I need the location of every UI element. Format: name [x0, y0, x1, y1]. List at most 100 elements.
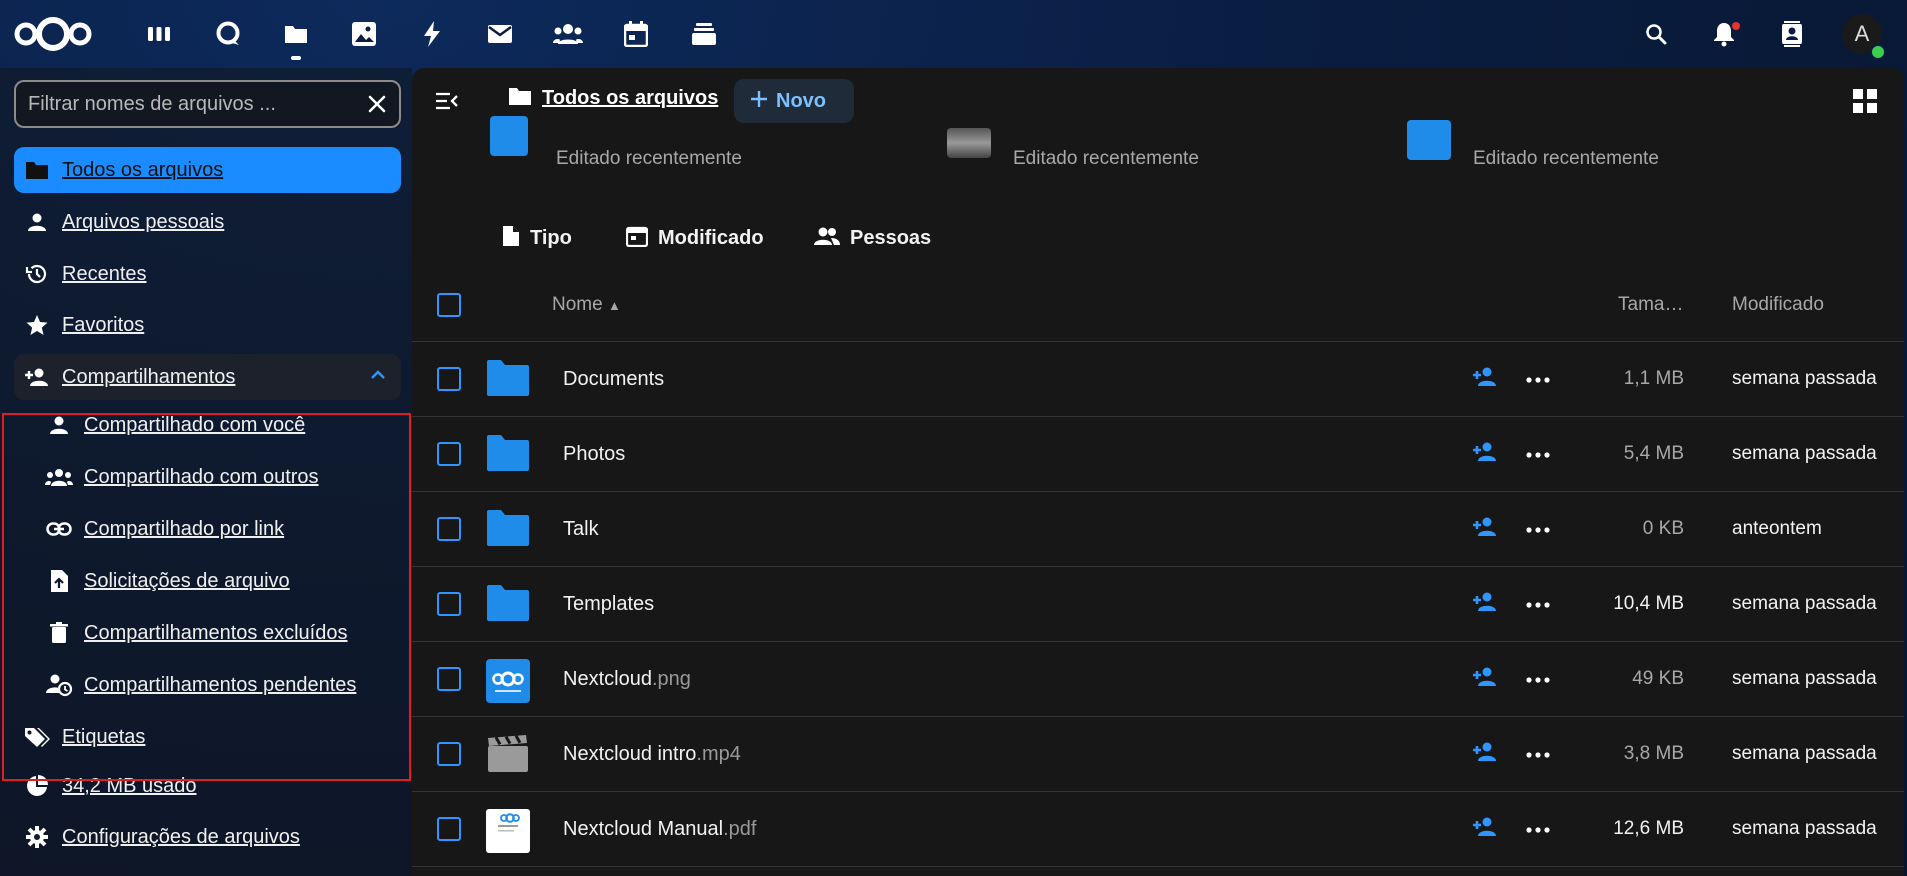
top-header: A [0, 0, 1907, 68]
clear-filter-icon[interactable] [363, 90, 391, 118]
gear-icon [22, 825, 52, 849]
pdf-file-icon [486, 809, 530, 853]
file-size: 12,6 MB [1613, 818, 1684, 839]
breadcrumb[interactable]: Todos os arquivos [508, 86, 718, 111]
image-file-icon [486, 659, 530, 703]
photos-icon[interactable] [346, 16, 382, 52]
file-name[interactable]: Talk [563, 518, 599, 541]
file-modified: semana passada [1732, 593, 1877, 614]
file-basename: Talk [563, 518, 599, 540]
folder-icon [22, 160, 52, 180]
file-modified: semana passada [1732, 368, 1877, 389]
history-icon [22, 262, 52, 286]
nav-label: Recentes [62, 262, 147, 285]
file-name[interactable]: Nextcloud intro.mp4 [563, 743, 741, 766]
folder-icon [508, 86, 532, 111]
more-actions-icon[interactable] [1524, 816, 1552, 844]
deck-icon[interactable] [686, 16, 722, 52]
row-checkbox[interactable] [437, 592, 461, 616]
row-checkbox[interactable] [437, 667, 461, 691]
table-row[interactable]: Talk 0 KB anteontem [412, 492, 1904, 567]
nav-recent[interactable]: Recentes [14, 251, 401, 297]
file-size: 0 KB [1642, 518, 1684, 539]
table-row[interactable]: Photos 5,4 MB semana passada [412, 417, 1904, 492]
image-thumbnail [1407, 120, 1451, 160]
file-basename: Nextcloud Manual [563, 818, 724, 840]
nav-favorites[interactable]: Favoritos [14, 302, 401, 348]
more-actions-icon[interactable] [1524, 516, 1552, 544]
filter-type-button[interactable]: Tipo [502, 218, 572, 258]
folder-icon [486, 359, 530, 399]
file-basename: Photos [563, 443, 626, 465]
nav-personal-files[interactable]: Arquivos pessoais [14, 199, 401, 245]
share-icon[interactable] [1472, 816, 1500, 844]
nextcloud-logo[interactable] [12, 14, 94, 54]
filter-people-label: Pessoas [850, 226, 932, 249]
file-modified: semana passada [1732, 743, 1877, 764]
file-icon [502, 225, 520, 252]
filter-filenames-input[interactable] [28, 92, 348, 116]
file-name[interactable]: Nextcloud Manual.pdf [563, 818, 756, 841]
file-name[interactable]: Documents [563, 368, 664, 391]
chevron-up-icon[interactable] [369, 366, 387, 389]
filter-modified-button[interactable]: Modificado [625, 218, 764, 258]
folder-icon [486, 509, 530, 549]
contacts-icon[interactable] [550, 16, 586, 52]
calendar-icon [625, 225, 649, 252]
talk-icon[interactable] [210, 16, 246, 52]
file-basename: Documents [563, 368, 665, 390]
column-name[interactable]: Nome ▲ [552, 294, 621, 316]
more-actions-icon[interactable] [1524, 741, 1552, 769]
share-icon[interactable] [1472, 366, 1500, 394]
column-size[interactable]: Tama… [1618, 294, 1683, 316]
share-icon[interactable] [1472, 741, 1500, 769]
search-icon[interactable] [1638, 16, 1674, 52]
table-row[interactable]: Nextcloud intro.mp4 3,8 MB semana passada [412, 717, 1904, 792]
folder-icon [486, 434, 530, 474]
select-all-checkbox[interactable] [437, 293, 461, 317]
more-actions-icon[interactable] [1524, 366, 1552, 394]
nav-label: Compartilhamentos [62, 365, 236, 388]
file-modified: semana passada [1732, 443, 1877, 464]
mail-icon[interactable] [482, 16, 518, 52]
row-checkbox[interactable] [437, 817, 461, 841]
table-row[interactable]: Documents 1,1 MB semana passada [412, 342, 1904, 417]
row-checkbox[interactable] [437, 442, 461, 466]
files-icon[interactable] [278, 16, 314, 60]
breadcrumb-label: Todos os arquivos [542, 87, 719, 109]
activity-icon[interactable] [414, 16, 450, 52]
toggle-sidebar-icon[interactable] [432, 86, 462, 116]
shares-section-highlight [2, 413, 411, 781]
nav-shares[interactable]: Compartilhamentos [14, 354, 401, 400]
calendar-icon[interactable] [618, 16, 654, 52]
new-button[interactable]: Novo [734, 79, 854, 123]
file-name[interactable]: Templates [563, 593, 654, 616]
file-name[interactable]: Nextcloud.png [563, 668, 691, 691]
table-row[interactable]: Templates 10,4 MB semana passada [412, 567, 1904, 642]
more-actions-icon[interactable] [1524, 666, 1552, 694]
share-icon[interactable] [1472, 666, 1500, 694]
table-row[interactable]: Nextcloud.png 49 KB semana passada [412, 642, 1904, 717]
grid-view-icon[interactable] [1852, 88, 1880, 116]
file-extension: .mp4 [696, 743, 741, 765]
filter-people-button[interactable]: Pessoas [814, 218, 931, 258]
more-actions-icon[interactable] [1524, 591, 1552, 619]
nav-all-files[interactable]: Todos os arquivos [14, 147, 401, 193]
share-icon[interactable] [1472, 516, 1500, 544]
files-sidebar: Todos os arquivos Arquivos pessoais Rece… [0, 68, 412, 876]
share-icon[interactable] [1472, 441, 1500, 469]
more-actions-icon[interactable] [1524, 441, 1552, 469]
table-row[interactable]: Nextcloud Manual.pdf 12,6 MB semana passad… [412, 792, 1904, 867]
row-checkbox[interactable] [437, 367, 461, 391]
file-name[interactable]: Photos [563, 443, 625, 466]
file-extension: .png [651, 668, 691, 690]
row-checkbox[interactable] [437, 517, 461, 541]
contacts-menu-icon[interactable] [1774, 16, 1810, 52]
share-icon[interactable] [1472, 591, 1500, 619]
filter-box [14, 80, 401, 128]
row-checkbox[interactable] [437, 742, 461, 766]
dashboard-icon[interactable] [141, 16, 177, 52]
column-modified[interactable]: Modificado [1732, 294, 1824, 316]
nav-files-settings[interactable]: Configurações de arquivos [14, 814, 401, 860]
column-name-label: Nome [552, 294, 603, 315]
